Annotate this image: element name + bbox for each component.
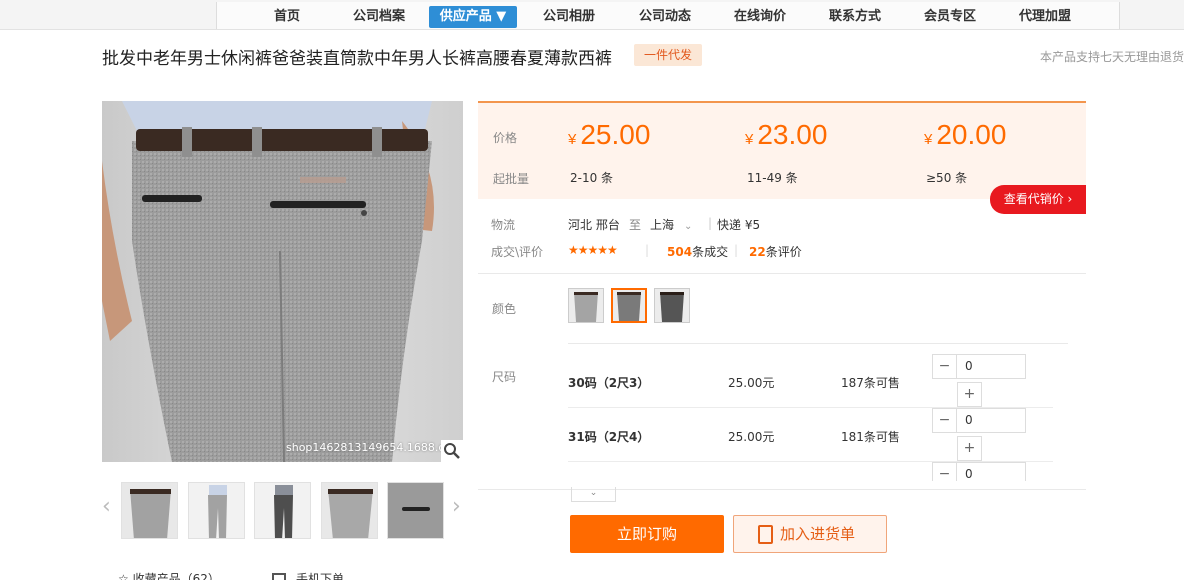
return-policy-notice: 本产品支持七天无理由退货 bbox=[1040, 50, 1184, 64]
tier-price: ¥20.00 bbox=[924, 119, 1007, 150]
mobile-order-link[interactable]: 手机下单 bbox=[272, 570, 344, 580]
express-fee: 快递 ¥5 bbox=[717, 218, 761, 232]
thumbnail-strip: ‹ › bbox=[102, 478, 472, 542]
separator: | bbox=[645, 243, 650, 257]
size-row: 31码（2尺4） 25.00元 181条可售 − 0 + bbox=[568, 408, 1053, 462]
decrease-button[interactable]: − bbox=[932, 408, 957, 433]
color-swatch-mid-gray[interactable] bbox=[611, 288, 647, 323]
top-nav-bar: 首页 公司档案 供应产品 ▼ 公司相册 公司动态 在线询价 联系方式 会员专区 … bbox=[216, 2, 1120, 29]
size-stock: 187条可售 bbox=[841, 376, 900, 390]
chevron-down-icon: ⌄ bbox=[684, 221, 693, 232]
price-panel: 价格 起批量 ¥25.00 ¥23.00 ¥20.00 2-10 条 11-49… bbox=[478, 101, 1086, 199]
trousers-illustration bbox=[102, 101, 463, 462]
deals-label: 成交\评价 bbox=[491, 245, 544, 259]
add-to-cart-label: 加入进货单 bbox=[780, 525, 856, 543]
tier-price: ¥23.00 bbox=[745, 119, 828, 150]
moq-label: 起批量 bbox=[493, 172, 530, 186]
thumbnail[interactable] bbox=[321, 482, 378, 539]
nav-item-album[interactable]: 公司相册 bbox=[539, 6, 599, 28]
decrease-button[interactable]: − bbox=[932, 462, 957, 481]
separator: | bbox=[734, 243, 739, 257]
quantity-input[interactable]: 0 bbox=[957, 408, 1026, 433]
ship-to-select[interactable]: 上海 ⌄ bbox=[650, 216, 692, 233]
clipboard-icon bbox=[758, 525, 773, 544]
rating-stars-icon: ★★★★★ bbox=[568, 243, 618, 257]
favorite-link[interactable]: ☆ 收藏产品（62） bbox=[118, 570, 220, 580]
logistics-label: 物流 bbox=[491, 218, 516, 232]
thumbnail[interactable] bbox=[121, 482, 178, 539]
sales-count[interactable]: 504条成交 bbox=[667, 243, 728, 260]
view-agent-price-button[interactable]: 查看代销价 › bbox=[990, 185, 1086, 214]
divider bbox=[478, 489, 1086, 490]
thumbnail[interactable] bbox=[387, 482, 444, 539]
nav-item-news[interactable]: 公司动态 bbox=[635, 6, 695, 28]
image-watermark: shop1462813149654.1688.com bbox=[286, 441, 462, 454]
nav-item-agency[interactable]: 代理加盟 bbox=[1015, 6, 1075, 28]
tier-qty: 11-49 条 bbox=[747, 171, 798, 185]
quantity-input[interactable]: 0 bbox=[957, 462, 1026, 481]
size-name: 31码（2尺4） bbox=[568, 430, 650, 444]
price-label: 价格 bbox=[493, 131, 518, 145]
color-swatch-dark-gray[interactable] bbox=[654, 288, 690, 323]
ship-to-word: 至 bbox=[629, 218, 642, 232]
increase-button[interactable]: + bbox=[957, 382, 982, 407]
thumb-prev-icon[interactable]: ‹ bbox=[102, 496, 116, 518]
increase-button[interactable]: + bbox=[957, 436, 982, 461]
divider bbox=[478, 273, 1086, 274]
nav-item-company-profile[interactable]: 公司档案 bbox=[349, 6, 409, 28]
dropship-badge: 一件代发 bbox=[634, 44, 703, 66]
nav-item-products[interactable]: 供应产品 ▼ bbox=[429, 6, 517, 28]
size-list: 30码（2尺3） 25.00元 187条可售 − 0 + 31码（2尺4） 25… bbox=[478, 354, 1086, 481]
magnifier-icon[interactable] bbox=[441, 440, 463, 462]
quantity-stepper: − 0 + bbox=[932, 408, 1026, 461]
main-product-image[interactable]: shop1462813149654.1688.com bbox=[102, 101, 463, 462]
buy-now-button[interactable]: 立即订购 bbox=[570, 515, 724, 553]
size-price: 25.00元 bbox=[728, 376, 775, 390]
add-to-cart-button[interactable]: 加入进货单 bbox=[733, 515, 887, 553]
tier-qty: ≥50 条 bbox=[926, 171, 968, 185]
thumbnail[interactable] bbox=[254, 482, 311, 539]
ship-from: 河北 邢台 bbox=[568, 218, 620, 232]
review-count[interactable]: 22条评价 bbox=[749, 243, 802, 260]
quantity-stepper: − 0 + bbox=[932, 354, 1026, 407]
size-row: − 0 bbox=[568, 462, 1053, 481]
nav-item-members[interactable]: 会员专区 bbox=[920, 6, 980, 28]
quantity-stepper: − 0 bbox=[932, 462, 1026, 481]
tier-qty: 2-10 条 bbox=[570, 171, 614, 185]
color-label: 颜色 bbox=[492, 302, 517, 316]
product-title: 批发中老年男士休闲裤爸爸装直筒款中年男人长裤高腰春夏薄款西裤 bbox=[102, 49, 612, 69]
nav-item-contact[interactable]: 联系方式 bbox=[825, 6, 885, 28]
qr-icon bbox=[272, 573, 286, 580]
top-nav: 首页 公司档案 供应产品 ▼ 公司相册 公司动态 在线询价 联系方式 会员专区 … bbox=[0, 0, 1184, 30]
mobile-order-label: 手机下单 bbox=[296, 572, 345, 580]
thumb-next-icon[interactable]: › bbox=[452, 496, 466, 518]
size-stock: 181条可售 bbox=[841, 430, 900, 444]
nav-item-inquiry[interactable]: 在线询价 bbox=[730, 6, 790, 28]
nav-item-home[interactable]: 首页 bbox=[267, 6, 307, 28]
size-price: 25.00元 bbox=[728, 430, 775, 444]
thumbnail[interactable] bbox=[188, 482, 245, 539]
tier-price: ¥25.00 bbox=[568, 119, 651, 150]
quantity-input[interactable]: 0 bbox=[957, 354, 1026, 379]
separator: | bbox=[708, 216, 713, 230]
divider bbox=[568, 343, 1068, 344]
size-name: 30码（2尺3） bbox=[568, 376, 650, 390]
size-row: 30码（2尺3） 25.00元 187条可售 − 0 + bbox=[568, 354, 1053, 408]
decrease-button[interactable]: − bbox=[932, 354, 957, 379]
color-swatch-light-gray[interactable] bbox=[568, 288, 604, 323]
expand-sizes-chevron-icon[interactable]: ⌄ bbox=[571, 487, 616, 502]
